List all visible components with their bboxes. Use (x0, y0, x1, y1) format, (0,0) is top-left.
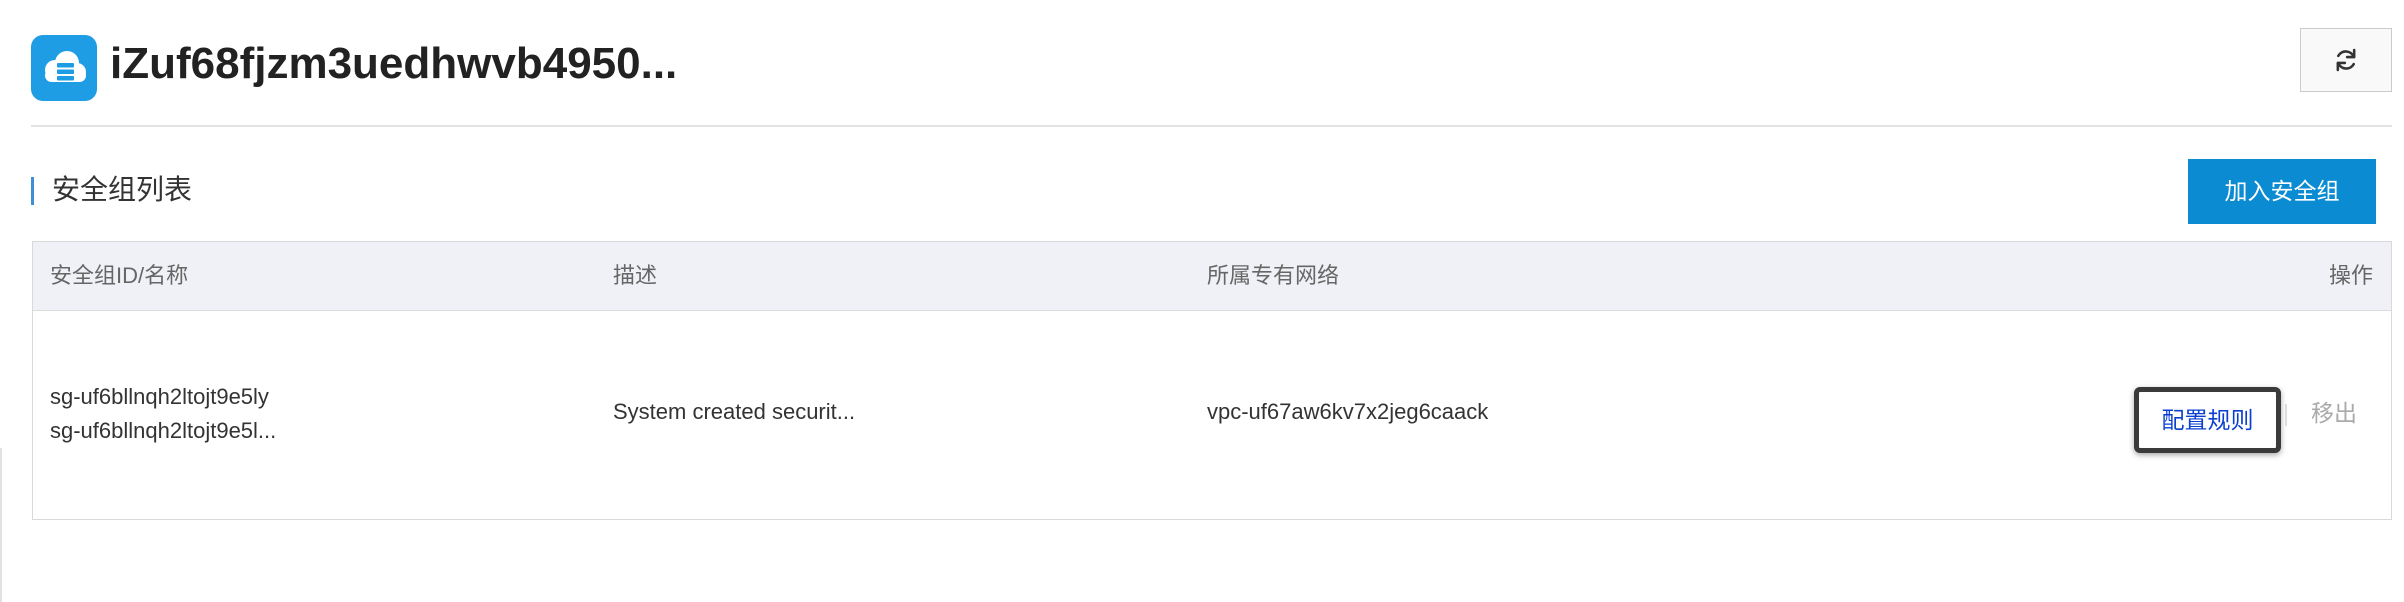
section-accent-bar (31, 177, 34, 205)
refresh-button[interactable] (2300, 28, 2392, 92)
page-edge-line (0, 448, 2, 602)
security-group-table: 安全组ID/名称 描述 所属专有网络 操作 sg-uf6bllnqh2ltojt… (32, 241, 2392, 520)
table-row: sg-uf6bllnqh2ltojt9e5ly sg-uf6bllnqh2lto… (33, 311, 2391, 519)
security-group-vpc: vpc-uf67aw6kv7x2jeg6caack (1207, 399, 1489, 424)
security-group-description: System created securit... (613, 399, 856, 424)
column-header-vpc: 所属专有网络 (1207, 263, 1340, 288)
section-title: 安全组列表 (52, 174, 193, 205)
header-divider (31, 125, 2392, 127)
configure-rules-link[interactable]: 配置规则 (2134, 387, 2281, 453)
column-header-actions: 操作 (2328, 263, 2373, 288)
page-title: iZuf68fjzm3uedhwvb4950... (110, 39, 678, 88)
security-group-name: sg-uf6bllnqh2ltojt9e5l... (50, 418, 277, 443)
action-divider (2285, 404, 2287, 426)
add-security-group-button[interactable]: 加入安全组 (2188, 159, 2376, 224)
table-header-row: 安全组ID/名称 描述 所属专有网络 操作 (33, 242, 2391, 311)
security-group-id: sg-uf6bllnqh2ltojt9e5ly (50, 384, 269, 409)
cloud-server-icon (31, 35, 97, 101)
remove-link[interactable]: 移出 (2311, 397, 2357, 429)
security-group-id-cell: sg-uf6bllnqh2ltojt9e5ly sg-uf6bllnqh2lto… (50, 380, 276, 448)
column-header-id-name: 安全组ID/名称 (50, 263, 189, 288)
refresh-icon (2336, 48, 2356, 72)
column-header-description: 描述 (613, 263, 658, 288)
server-stack-shape (57, 63, 74, 81)
